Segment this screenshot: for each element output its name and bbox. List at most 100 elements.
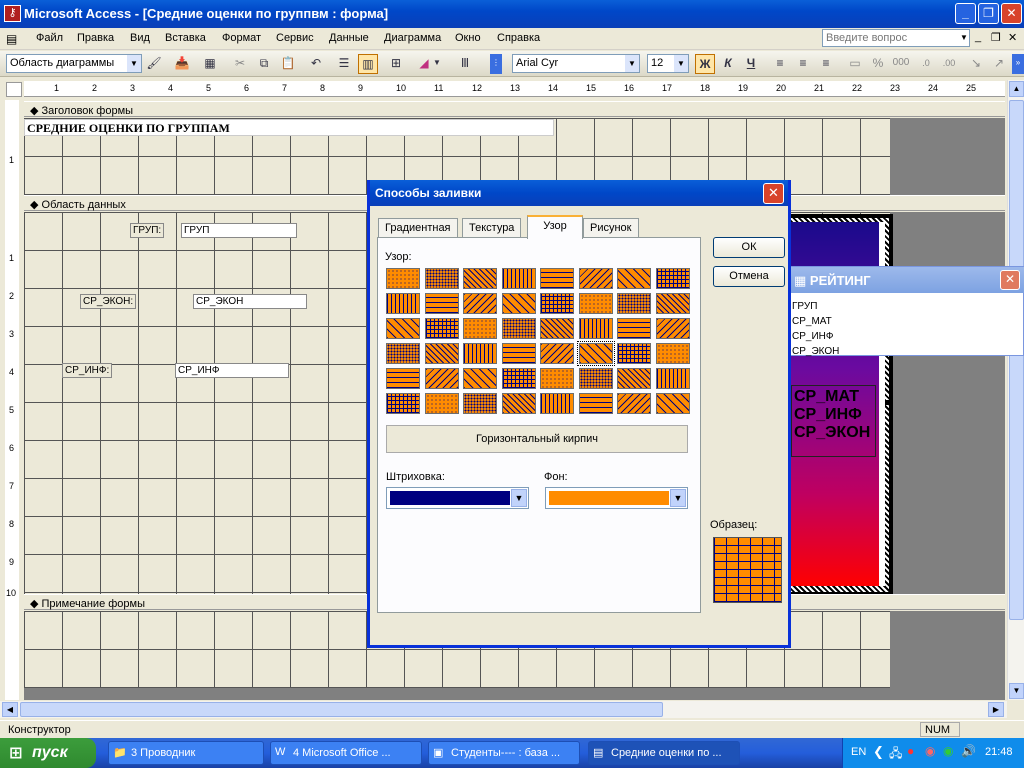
gridlines-icon[interactable]: Ⅲ bbox=[455, 54, 475, 74]
scroll-left-icon[interactable]: ◀ bbox=[2, 702, 18, 717]
ok-button[interactable]: ОК bbox=[713, 237, 785, 258]
cut-icon[interactable]: ✂ bbox=[230, 54, 250, 74]
pattern-swatch[interactable] bbox=[424, 368, 459, 389]
menu-tools[interactable]: Сервис bbox=[276, 32, 314, 44]
align-center-icon[interactable]: ≡ bbox=[793, 54, 813, 74]
angle-text-down-icon[interactable]: ↘ bbox=[966, 54, 986, 74]
pattern-swatch[interactable] bbox=[386, 343, 420, 364]
pattern-swatch[interactable] bbox=[386, 318, 420, 339]
section-form-header[interactable]: ◆ Заголовок формы bbox=[24, 101, 1005, 117]
sr-ekon-textbox[interactable]: СР_ЭКОН bbox=[193, 294, 307, 309]
menu-file[interactable]: Файл bbox=[36, 32, 63, 44]
chart-object-combo[interactable]: Область диаграммы ▼ bbox=[6, 54, 142, 73]
pattern-swatch[interactable] bbox=[617, 393, 651, 414]
underline-button[interactable]: Ч bbox=[741, 54, 761, 74]
pattern-swatch[interactable] bbox=[501, 293, 536, 314]
pattern-swatch[interactable] bbox=[463, 393, 497, 414]
minimize-button[interactable]: _ bbox=[955, 3, 976, 24]
sr-inf-textbox[interactable]: СР_ИНФ bbox=[175, 363, 289, 378]
increase-decimal-icon[interactable]: .0 bbox=[916, 54, 936, 74]
ask-dropdown-icon[interactable]: ▼ bbox=[958, 30, 970, 46]
pattern-swatch[interactable] bbox=[540, 293, 574, 314]
pattern-swatch[interactable] bbox=[540, 343, 574, 364]
access-app-icon[interactable]: ⚷ bbox=[4, 5, 21, 22]
menu-format[interactable]: Формат bbox=[222, 32, 261, 44]
pattern-swatch[interactable] bbox=[501, 343, 536, 364]
format-object-icon[interactable]: 🖌 bbox=[144, 54, 164, 74]
pattern-swatch[interactable] bbox=[386, 293, 420, 314]
start-button[interactable]: ⊞ пуск bbox=[0, 738, 96, 768]
rating-item[interactable]: СР_МАТ bbox=[792, 314, 839, 329]
ask-question-input[interactable]: Введите вопрос bbox=[822, 29, 970, 47]
pattern-swatch[interactable] bbox=[424, 318, 459, 339]
toolbar-overflow-icon[interactable]: » bbox=[1012, 54, 1024, 74]
chart-resize-handle[interactable] bbox=[885, 400, 890, 405]
pattern-swatch[interactable] bbox=[501, 318, 536, 339]
scroll-down-icon[interactable]: ▼ bbox=[1009, 683, 1024, 699]
taskbar-students-db[interactable]: ▣ Студенты---- : база ... bbox=[428, 741, 580, 765]
menu-help[interactable]: Справка bbox=[497, 32, 540, 44]
undo-icon[interactable]: ↶ bbox=[306, 54, 326, 74]
toolbar-options-icon[interactable]: ⋮ bbox=[490, 54, 502, 74]
tray-expand-icon[interactable]: ❮ bbox=[873, 744, 884, 760]
doc-minimize-button[interactable]: _ bbox=[975, 31, 981, 43]
pattern-swatch[interactable] bbox=[463, 268, 497, 289]
vertical-scroll-thumb[interactable] bbox=[1009, 100, 1024, 620]
menu-window[interactable]: Окно bbox=[455, 32, 481, 44]
pattern-swatch[interactable] bbox=[617, 368, 651, 389]
form-selector[interactable] bbox=[6, 82, 22, 97]
cancel-button[interactable]: Отмена bbox=[713, 266, 785, 287]
datasheet-icon[interactable]: ▦ bbox=[200, 54, 220, 74]
pattern-swatch[interactable] bbox=[578, 368, 613, 389]
network-icon[interactable]: 🖧 bbox=[889, 744, 902, 765]
font-size-combo[interactable]: 12 ▼ bbox=[647, 54, 689, 73]
taskbar-explorer[interactable]: 📁 3 Проводник bbox=[108, 741, 264, 765]
tab-texture[interactable]: Текстура bbox=[462, 218, 522, 238]
pattern-swatch[interactable] bbox=[617, 343, 651, 364]
pattern-swatch[interactable] bbox=[540, 368, 574, 389]
pattern-swatch[interactable] bbox=[617, 318, 651, 339]
menu-edit[interactable]: Правка bbox=[77, 32, 114, 44]
pattern-swatch[interactable] bbox=[655, 293, 690, 314]
bold-button[interactable]: Ж bbox=[695, 54, 715, 74]
menu-data[interactable]: Данные bbox=[329, 32, 369, 44]
chevron-down-icon[interactable]: ▼ bbox=[670, 489, 686, 507]
pattern-swatch[interactable] bbox=[386, 393, 420, 414]
rating-item[interactable]: ГРУП bbox=[792, 299, 839, 314]
menu-insert[interactable]: Вставка bbox=[165, 32, 206, 44]
pattern-swatch[interactable] bbox=[463, 343, 497, 364]
comma-style-icon[interactable]: 000 bbox=[891, 54, 911, 74]
pattern-swatch[interactable] bbox=[655, 393, 690, 414]
green-tray-icon[interactable]: ◉ bbox=[943, 744, 953, 758]
sr-ekon-label[interactable]: СР_ЭКОН: bbox=[80, 294, 136, 309]
volume-icon[interactable]: 🔊 bbox=[961, 744, 976, 758]
tab-gradient[interactable]: Градиентная bbox=[378, 218, 458, 238]
copy-icon[interactable]: ⧉ bbox=[254, 54, 274, 74]
doc-close-button[interactable]: ✕ bbox=[1008, 31, 1017, 44]
chart-legend[interactable]: СР_МАТ СР_ИНФ СР_ЭКОН bbox=[791, 385, 876, 457]
pattern-swatch[interactable] bbox=[463, 368, 497, 389]
background-color-combo[interactable]: ▼ bbox=[545, 487, 688, 509]
pattern-swatch[interactable] bbox=[655, 343, 690, 364]
chart-type-dropdown-icon[interactable]: ▼ bbox=[432, 54, 442, 74]
form-menu-icon[interactable]: ▤ bbox=[6, 32, 17, 46]
pattern-swatch[interactable] bbox=[386, 368, 420, 389]
chevron-down-icon[interactable]: ▼ bbox=[511, 489, 527, 507]
pattern-swatch[interactable] bbox=[501, 368, 536, 389]
rating-close-button[interactable]: ✕ bbox=[1000, 270, 1020, 290]
currency-style-icon[interactable]: ▭ bbox=[845, 54, 865, 74]
grup-label[interactable]: ГРУП: bbox=[130, 223, 164, 238]
pattern-swatch[interactable] bbox=[540, 268, 574, 289]
pattern-swatch[interactable] bbox=[617, 268, 651, 289]
horizontal-scrollbar[interactable]: ◀ ▶ bbox=[0, 701, 1007, 718]
chevron-down-icon[interactable]: ▼ bbox=[625, 55, 639, 72]
tab-pattern[interactable]: Узор bbox=[527, 215, 583, 239]
pattern-swatch[interactable] bbox=[578, 393, 613, 414]
pattern-swatch[interactable] bbox=[578, 268, 613, 289]
pattern-swatch[interactable] bbox=[424, 393, 459, 414]
pattern-swatch[interactable] bbox=[655, 368, 690, 389]
data-table-icon[interactable]: ⊞ bbox=[386, 54, 406, 74]
rating-title-bar[interactable]: ▦ РЕЙТИНГ bbox=[786, 267, 1024, 293]
dialog-close-button[interactable]: ✕ bbox=[763, 183, 784, 204]
scroll-up-icon[interactable]: ▲ bbox=[1009, 81, 1024, 97]
